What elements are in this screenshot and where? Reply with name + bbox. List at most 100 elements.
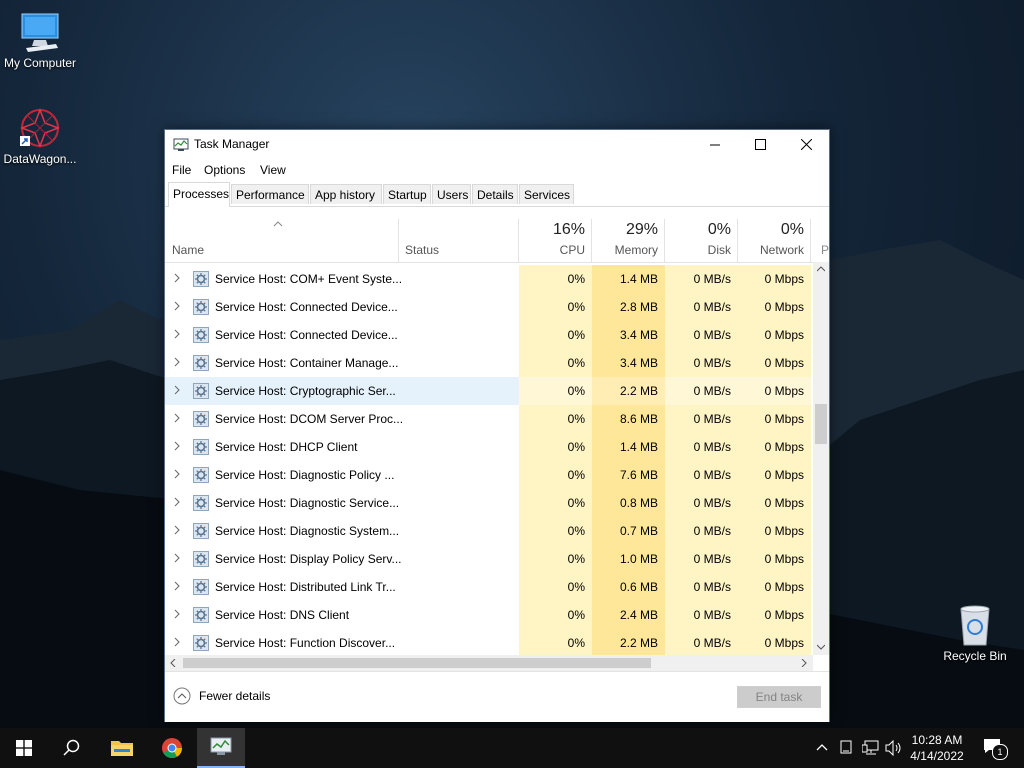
desktop-icon-label: DataWagon...	[3, 152, 77, 166]
scroll-up-icon	[817, 266, 825, 272]
chevron-right-icon[interactable]	[173, 301, 181, 311]
vertical-scrollbar[interactable]	[813, 262, 829, 655]
horizontal-scrollbar[interactable]	[165, 655, 813, 671]
task-manager-taskbar-button[interactable]	[197, 728, 245, 768]
tab-services[interactable]: Services	[519, 184, 574, 204]
table-row[interactable]: Service Host: Function Discover... 0% 2.2 …	[165, 629, 813, 655]
column-header-memory[interactable]: 29% Memory	[592, 219, 665, 262]
table-row[interactable]: Service Host: DHCP Client 0% 1.4 MB 0 MB/s 0…	[165, 433, 813, 461]
chevron-right-icon[interactable]	[173, 525, 181, 535]
desktop-icon-datawagon[interactable]: DataWagon...	[0, 106, 80, 166]
menu-view[interactable]: View	[260, 163, 286, 177]
start-button[interactable]	[0, 728, 48, 768]
table-row[interactable]: Service Host: Cryptographic Ser... 0% 2.2 …	[165, 377, 813, 405]
table-row[interactable]: Service Host: DCOM Server Proc... 0% 8.6 M…	[165, 405, 813, 433]
clock-time: 10:28 AM	[911, 733, 963, 747]
cpu-cell: 0%	[519, 377, 592, 405]
system-clock[interactable]: 10:28 AM 4/14/2022	[902, 732, 972, 764]
cpu-cell: 0%	[519, 349, 592, 377]
scroll-right-icon	[801, 659, 807, 667]
chevron-right-icon[interactable]	[173, 413, 181, 423]
search-button[interactable]	[48, 728, 96, 768]
column-header-name[interactable]: Name	[165, 219, 399, 262]
disk-cell: 0 MB/s	[665, 321, 738, 349]
chevron-right-icon[interactable]	[173, 329, 181, 339]
gear-icon	[193, 411, 209, 427]
column-header-power[interactable]: P	[811, 219, 829, 262]
volume-icon[interactable]	[885, 740, 903, 756]
network-total-percent: 0%	[780, 221, 804, 238]
gear-icon	[193, 551, 209, 567]
fewer-details-button[interactable]: Fewer details	[173, 687, 270, 705]
end-task-button[interactable]: End task	[737, 686, 821, 708]
network-icon[interactable]	[862, 740, 880, 756]
table-row[interactable]: Service Host: Display Policy Serv... 0% 1.…	[165, 545, 813, 573]
table-row[interactable]: Service Host: DNS Client 0% 2.4 MB 0 MB/s 0 …	[165, 601, 813, 629]
menu-options[interactable]: Options	[204, 163, 245, 177]
chevron-right-icon[interactable]	[173, 385, 181, 395]
menu-file[interactable]: File	[172, 163, 191, 177]
tab-details[interactable]: Details	[472, 184, 518, 204]
maximize-button[interactable]	[737, 130, 783, 159]
title-bar[interactable]: Task Manager	[165, 130, 829, 159]
process-name: Service Host: COM+ Event Syste...	[215, 272, 403, 286]
table-row[interactable]: Service Host: Connected Device... 0% 3.4 M…	[165, 321, 813, 349]
vertical-scroll-thumb[interactable]	[815, 404, 827, 444]
column-network-label: Network	[759, 243, 804, 257]
clock-date: 4/14/2022	[910, 749, 964, 763]
window-title: Task Manager	[194, 137, 270, 151]
tab-performance[interactable]: Performance	[231, 184, 309, 204]
tab-processes[interactable]: Processes	[168, 182, 230, 207]
file-explorer-button[interactable]	[98, 728, 146, 768]
table-row[interactable]: Service Host: Diagnostic Service... 0% 0.8…	[165, 489, 813, 517]
table-row[interactable]: Service Host: Container Manage... 0% 3.4 M…	[165, 349, 813, 377]
gear-icon	[193, 383, 209, 399]
tab-startup[interactable]: Startup	[383, 184, 431, 204]
horizontal-scroll-thumb[interactable]	[183, 658, 651, 668]
chevron-right-icon[interactable]	[173, 441, 181, 451]
table-row[interactable]: Service Host: Diagnostic System... 0% 0.7 …	[165, 517, 813, 545]
column-header-cpu[interactable]: 16% CPU	[519, 219, 592, 262]
tab-users[interactable]: Users	[432, 184, 471, 204]
table-row[interactable]: Service Host: Connected Device... 0% 2.8 M…	[165, 293, 813, 321]
column-header-network[interactable]: 0% Network	[738, 219, 811, 262]
chevron-right-icon[interactable]	[173, 609, 181, 619]
memory-cell: 0.7 MB	[592, 517, 665, 545]
chevron-right-icon[interactable]	[173, 497, 181, 507]
column-status-label: Status	[405, 243, 440, 257]
chevron-right-icon[interactable]	[173, 469, 181, 479]
column-name-label: Name	[172, 243, 205, 257]
chevron-right-icon[interactable]	[173, 637, 181, 647]
chevron-right-icon[interactable]	[173, 357, 181, 367]
tab-app-history[interactable]: App history	[310, 184, 382, 204]
row-name-cell: Service Host: Diagnostic System...	[165, 517, 519, 545]
chrome-button[interactable]	[148, 728, 196, 768]
disk-cell: 0 MB/s	[665, 629, 738, 655]
table-row[interactable]: Service Host: COM+ Event Syste... 0% 1.4 M…	[165, 265, 813, 293]
chevron-up-icon[interactable]	[816, 743, 828, 751]
cpu-cell: 0%	[519, 517, 592, 545]
fewer-details-label: Fewer details	[199, 689, 271, 703]
chevron-right-icon[interactable]	[173, 553, 181, 563]
gear-icon	[193, 579, 209, 595]
column-header-disk[interactable]: 0% Disk	[665, 219, 738, 262]
column-header-status[interactable]: Status	[399, 219, 519, 262]
row-name-cell: Service Host: COM+ Event Syste...	[165, 265, 519, 293]
close-button[interactable]	[783, 130, 829, 159]
action-tablet-icon[interactable]	[840, 740, 852, 754]
notification-center-button[interactable]: 1	[980, 736, 1010, 760]
chevron-right-icon[interactable]	[173, 581, 181, 591]
memory-cell: 2.2 MB	[592, 629, 665, 655]
memory-cell: 1.4 MB	[592, 265, 665, 293]
table-row[interactable]: Service Host: Distributed Link Tr... 0% 0.…	[165, 573, 813, 601]
chevron-right-icon[interactable]	[173, 273, 181, 283]
minimize-button[interactable]	[692, 130, 738, 159]
table-row[interactable]: Service Host: Diagnostic Policy ... 0% 7.6…	[165, 461, 813, 489]
maximize-icon	[754, 139, 766, 150]
memory-total-percent: 29%	[625, 221, 658, 238]
process-name: Service Host: Container Manage...	[215, 356, 399, 370]
chevron-up-circle-icon	[173, 687, 191, 705]
cpu-cell: 0%	[519, 321, 592, 349]
desktop-icon-my-computer[interactable]: My Computer	[0, 10, 80, 70]
desktop-icon-recycle-bin[interactable]: Recycle Bin	[935, 603, 1015, 663]
